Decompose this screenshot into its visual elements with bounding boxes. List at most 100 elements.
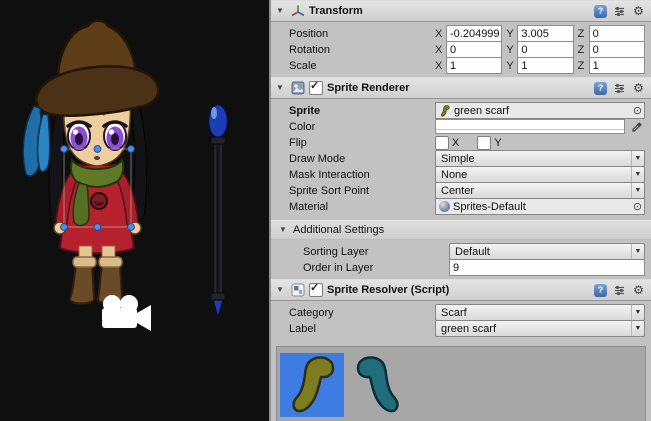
scene-canvas bbox=[0, 0, 269, 421]
help-icon[interactable] bbox=[593, 81, 608, 96]
additional-settings-foldout[interactable]: Additional Settings bbox=[271, 220, 651, 240]
sorting-layer-row: Sorting Layer Default bbox=[277, 244, 645, 259]
scene-view[interactable] bbox=[0, 0, 269, 421]
order-in-layer-field[interactable]: 9 bbox=[449, 259, 645, 276]
help-icon[interactable] bbox=[593, 283, 608, 298]
sprite-resolver-component: Sprite Resolver (Script) bbox=[271, 279, 651, 421]
character-sprite[interactable] bbox=[23, 21, 160, 304]
label-dropdown[interactable]: green scarf bbox=[435, 320, 645, 337]
category-value: Scarf bbox=[441, 307, 467, 319]
scale-y-field[interactable]: 1 bbox=[517, 57, 573, 74]
transform-component: Transform Position bbox=[271, 0, 651, 77]
draw-mode-dropdown[interactable]: Simple bbox=[435, 150, 645, 167]
property-label: Material bbox=[277, 201, 435, 213]
sprite-resolver-icon bbox=[290, 283, 305, 298]
foldout-icon[interactable] bbox=[276, 7, 286, 15]
rotation-row: Rotation X 0 Y 0 Z 0 bbox=[277, 42, 645, 57]
sprite-variant-green-scarf[interactable] bbox=[280, 353, 344, 417]
transform-icon bbox=[290, 4, 305, 19]
property-label: Label bbox=[277, 323, 435, 335]
gear-icon[interactable] bbox=[631, 283, 646, 298]
flip-x-checkbox[interactable] bbox=[435, 136, 449, 150]
axis-z-label: Z bbox=[578, 28, 589, 40]
camera-gizmo-icon[interactable] bbox=[102, 295, 151, 331]
sprite-sort-point-value: Center bbox=[441, 185, 474, 197]
rotation-z-field[interactable]: 0 bbox=[589, 41, 645, 58]
scale-x-field[interactable]: 1 bbox=[446, 57, 502, 74]
color-swatch[interactable] bbox=[435, 119, 625, 134]
rotation-x-field[interactable]: 0 bbox=[446, 41, 502, 58]
unity-editor-window: Transform Position bbox=[0, 0, 651, 421]
property-label: Category bbox=[277, 307, 435, 319]
presets-icon[interactable] bbox=[612, 81, 627, 96]
eyedropper-icon[interactable] bbox=[629, 119, 645, 134]
property-label: Order in Layer bbox=[277, 262, 449, 274]
chevron-down-icon bbox=[631, 151, 644, 166]
flip-row: Flip X Y bbox=[277, 135, 645, 150]
chevron-down-icon bbox=[631, 183, 644, 198]
property-label: Scale bbox=[277, 60, 435, 72]
sprite-row: Sprite green scarf bbox=[277, 103, 645, 118]
object-picker-icon[interactable] bbox=[631, 200, 644, 213]
foldout-icon[interactable] bbox=[276, 286, 286, 294]
component-enabled-checkbox[interactable] bbox=[309, 283, 323, 297]
object-picker-icon[interactable] bbox=[631, 104, 644, 117]
flip-y-checkbox[interactable] bbox=[477, 136, 491, 150]
sprite-sort-point-dropdown[interactable]: Center bbox=[435, 182, 645, 199]
help-icon[interactable] bbox=[593, 4, 608, 19]
label-row: Label green scarf bbox=[277, 321, 645, 336]
property-label: Mask Interaction bbox=[277, 169, 435, 181]
additional-settings-title: Additional Settings bbox=[293, 224, 384, 236]
gear-icon[interactable] bbox=[631, 81, 646, 96]
sprite-variant-preview bbox=[276, 346, 646, 421]
foldout-icon[interactable] bbox=[276, 84, 286, 92]
sprite-renderer-icon bbox=[290, 81, 305, 96]
mask-interaction-dropdown[interactable]: None bbox=[435, 166, 645, 183]
label-value: green scarf bbox=[441, 323, 496, 335]
gear-icon[interactable] bbox=[631, 4, 646, 19]
axis-y-label: Y bbox=[506, 60, 517, 72]
property-label: Sprite Sort Point bbox=[277, 185, 435, 197]
draw-mode-value: Simple bbox=[441, 153, 475, 165]
material-object-field[interactable]: Sprites-Default bbox=[435, 198, 645, 215]
component-title: Transform bbox=[309, 5, 363, 17]
material-value: Sprites-Default bbox=[453, 201, 628, 213]
flip-y-label: Y bbox=[494, 137, 501, 149]
property-label: Flip bbox=[277, 137, 435, 149]
property-label: Color bbox=[277, 121, 435, 133]
chevron-down-icon bbox=[631, 321, 644, 336]
chevron-down-icon bbox=[631, 305, 644, 320]
position-x-field[interactable]: -0.204999 bbox=[446, 25, 502, 42]
sprite-resolver-header[interactable]: Sprite Resolver (Script) bbox=[271, 279, 651, 301]
category-dropdown[interactable]: Scarf bbox=[435, 304, 645, 321]
color-row: Color bbox=[277, 119, 645, 134]
sprite-object-field[interactable]: green scarf bbox=[435, 102, 645, 119]
scale-z-field[interactable]: 1 bbox=[589, 57, 645, 74]
axis-x-label: X bbox=[435, 44, 446, 56]
draw-mode-row: Draw Mode Simple bbox=[277, 151, 645, 166]
axis-z-label: Z bbox=[578, 60, 589, 72]
transform-header[interactable]: Transform bbox=[271, 0, 651, 22]
sprite-renderer-header[interactable]: Sprite Renderer bbox=[271, 77, 651, 99]
sprite-variant-teal-scarf[interactable] bbox=[347, 353, 411, 417]
component-enabled-checkbox[interactable] bbox=[309, 81, 323, 95]
position-y-field[interactable]: 3.005 bbox=[517, 25, 573, 42]
rotation-y-field[interactable]: 0 bbox=[517, 41, 573, 58]
presets-icon[interactable] bbox=[612, 4, 627, 19]
sprite-value: green scarf bbox=[454, 105, 628, 117]
component-title: Sprite Renderer bbox=[327, 82, 410, 94]
foldout-icon[interactable] bbox=[279, 226, 289, 234]
flip-x-label: X bbox=[452, 137, 459, 149]
category-row: Category Scarf bbox=[277, 305, 645, 320]
material-sphere-icon bbox=[439, 201, 450, 212]
staff-sprite[interactable] bbox=[208, 104, 228, 318]
material-row: Material Sprites-Default bbox=[277, 199, 645, 214]
presets-icon[interactable] bbox=[612, 283, 627, 298]
axis-x-label: X bbox=[435, 28, 446, 40]
chevron-down-icon bbox=[631, 244, 644, 259]
position-z-field[interactable]: 0 bbox=[589, 25, 645, 42]
position-row: Position X -0.204999 Y 3.005 Z 0 bbox=[277, 26, 645, 41]
axis-y-label: Y bbox=[506, 28, 517, 40]
sorting-layer-dropdown[interactable]: Default bbox=[449, 243, 645, 260]
property-label: Rotation bbox=[277, 44, 435, 56]
